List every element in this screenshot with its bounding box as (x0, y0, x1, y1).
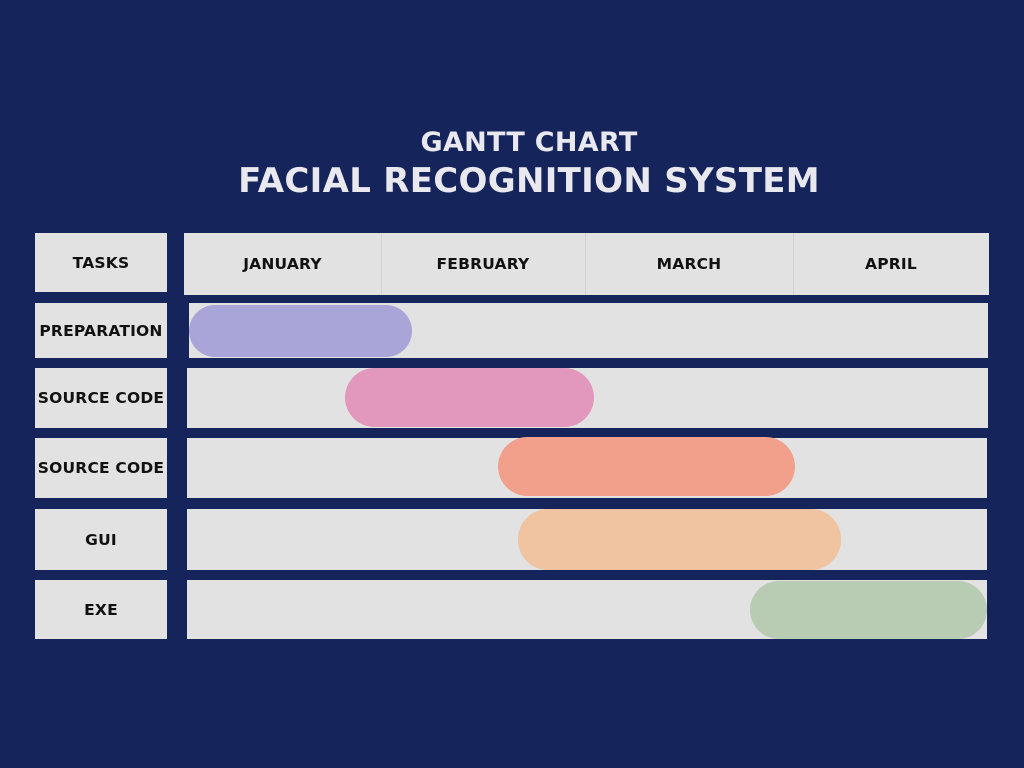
task-label: SOURCE CODE (35, 368, 167, 428)
task-bar (189, 305, 413, 357)
task-bar (749, 581, 987, 639)
task-bar (498, 437, 796, 496)
month-header-january: JANUARY (243, 255, 322, 273)
chart-title: FACIAL RECOGNITION SYSTEM (238, 161, 820, 201)
month-header-march: MARCH (656, 255, 722, 273)
chart-header: GANTT CHART FACIAL RECOGNITION SYSTEM (0, 126, 1024, 202)
tasks-header: TASKS (35, 233, 167, 292)
task-label: EXE (35, 580, 167, 639)
month-header-april: APRIL (865, 255, 917, 273)
month-divider (585, 233, 586, 295)
chart-subtitle: GANTT CHART (420, 127, 638, 158)
task-label: PREPARATION (35, 303, 167, 358)
task-bar (344, 368, 594, 427)
task-bar (518, 509, 842, 570)
month-header-february: FEBRUARY (436, 255, 530, 273)
month-divider (793, 233, 794, 295)
task-label: GUI (35, 509, 167, 570)
month-divider (381, 233, 382, 295)
task-label: SOURCE CODE (35, 438, 167, 498)
